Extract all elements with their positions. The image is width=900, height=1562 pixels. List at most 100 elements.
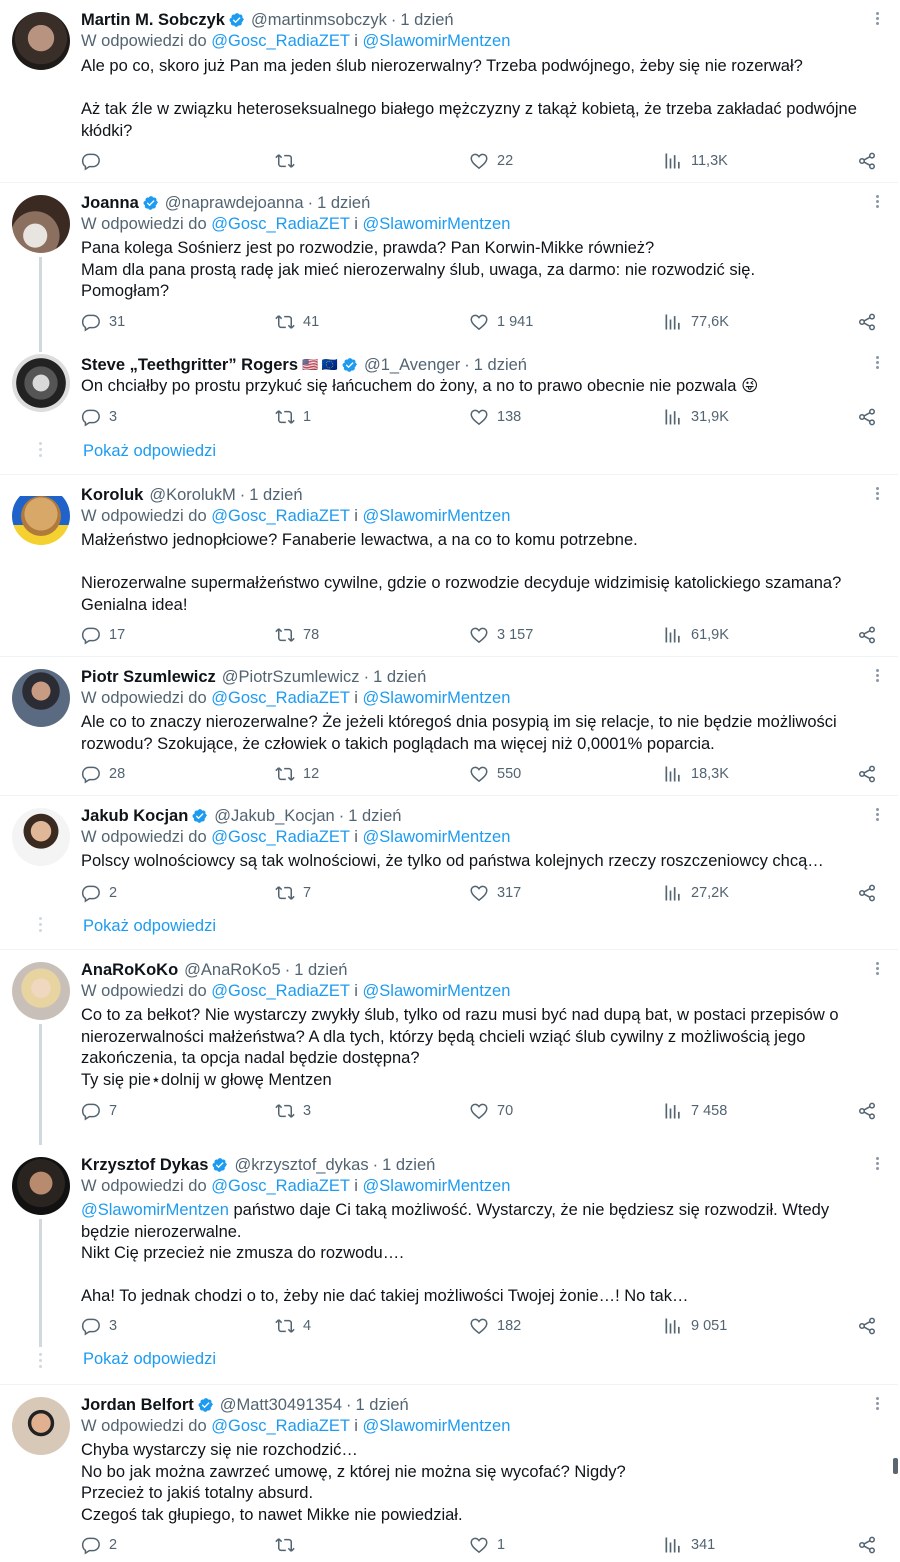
views-button[interactable]: 31,9K bbox=[663, 406, 729, 428]
mention-link[interactable]: @Gosc_RadiaZET bbox=[211, 689, 349, 707]
avatar[interactable] bbox=[12, 1397, 70, 1455]
views-button[interactable]: 27,2K bbox=[663, 882, 729, 904]
author-name[interactable]: AnaRoKoKo bbox=[81, 961, 178, 980]
share-button[interactable] bbox=[857, 882, 877, 904]
author-name[interactable]: Joanna bbox=[81, 194, 139, 213]
timestamp[interactable]: 1 dzień bbox=[373, 668, 426, 687]
tweet[interactable]: Steve „Teethgritter” Rogers 🇺🇸 🇪🇺 @1_Ave… bbox=[0, 346, 898, 475]
mention-link[interactable]: @SlawomirMentzen bbox=[81, 1201, 229, 1219]
mention-link[interactable]: @SlawomirMentzen bbox=[363, 689, 511, 707]
mention-link[interactable]: @SlawomirMentzen bbox=[363, 32, 511, 50]
views-button[interactable]: 77,6K bbox=[663, 311, 729, 333]
author-handle[interactable]: @1_Avenger bbox=[364, 356, 460, 375]
retweet-button[interactable]: 7 bbox=[275, 882, 311, 904]
mention-link[interactable]: @SlawomirMentzen bbox=[363, 982, 511, 1000]
reply-button[interactable] bbox=[81, 150, 109, 172]
avatar[interactable] bbox=[12, 1157, 70, 1215]
reply-button[interactable]: 3 bbox=[81, 406, 117, 428]
share-button[interactable] bbox=[857, 406, 877, 428]
avatar[interactable] bbox=[12, 808, 70, 866]
more-options-icon[interactable] bbox=[874, 1155, 880, 1173]
reply-button[interactable]: 3 bbox=[81, 1315, 117, 1337]
share-button[interactable] bbox=[857, 1534, 877, 1556]
show-replies-link[interactable]: Pokaż odpowiedzi bbox=[83, 442, 216, 461]
tweet[interactable]: Joanna @naprawdejoanna · 1 dzień W odpow… bbox=[0, 183, 898, 352]
views-button[interactable]: 9 051 bbox=[663, 1315, 727, 1337]
share-button[interactable] bbox=[857, 1100, 877, 1122]
like-button[interactable]: 3 157 bbox=[469, 624, 533, 646]
timestamp[interactable]: 1 dzień bbox=[249, 486, 302, 505]
timestamp[interactable]: 1 dzień bbox=[348, 807, 401, 826]
author-handle[interactable]: @Jakub_Kocjan bbox=[214, 807, 334, 826]
author-handle[interactable]: @martinmsobczyk bbox=[251, 11, 387, 30]
retweet-button[interactable]: 41 bbox=[275, 311, 319, 333]
tweet[interactable]: Martin M. Sobczyk @martinmsobczyk · 1 dz… bbox=[0, 0, 898, 183]
more-options-icon[interactable] bbox=[874, 806, 880, 824]
like-button[interactable]: 1 bbox=[469, 1534, 505, 1556]
tweet[interactable]: Piotr Szumlewicz @PiotrSzumlewicz · 1 dz… bbox=[0, 657, 898, 796]
like-button[interactable]: 138 bbox=[469, 406, 521, 428]
show-replies-link[interactable]: Pokaż odpowiedzi bbox=[83, 917, 216, 936]
show-replies-link[interactable]: Pokaż odpowiedzi bbox=[83, 1350, 216, 1369]
views-button[interactable]: 61,9K bbox=[663, 624, 729, 646]
reply-button[interactable]: 28 bbox=[81, 763, 125, 785]
retweet-button[interactable]: 1 bbox=[275, 406, 311, 428]
reply-button[interactable]: 2 bbox=[81, 882, 117, 904]
share-button[interactable] bbox=[857, 311, 877, 333]
tweet[interactable]: Koroluk @KorolukM · 1 dzień W odpowiedzi… bbox=[0, 475, 898, 657]
avatar[interactable] bbox=[12, 195, 70, 253]
retweet-button[interactable]: 4 bbox=[275, 1315, 311, 1337]
reply-button[interactable]: 31 bbox=[81, 311, 125, 333]
mention-link[interactable]: @Gosc_RadiaZET bbox=[211, 215, 349, 233]
mention-link[interactable]: @Gosc_RadiaZET bbox=[211, 32, 349, 50]
like-button[interactable]: 70 bbox=[469, 1100, 513, 1122]
avatar[interactable] bbox=[12, 354, 70, 412]
like-button[interactable]: 1 941 bbox=[469, 311, 533, 333]
mention-link[interactable]: @Gosc_RadiaZET bbox=[211, 1417, 349, 1435]
mention-link[interactable]: @Gosc_RadiaZET bbox=[211, 828, 349, 846]
timestamp[interactable]: 1 dzień bbox=[400, 11, 453, 30]
more-options-icon[interactable] bbox=[874, 10, 880, 28]
author-name[interactable]: Jordan Belfort bbox=[81, 1396, 194, 1415]
retweet-button[interactable]: 3 bbox=[275, 1100, 311, 1122]
reply-button[interactable]: 17 bbox=[81, 624, 125, 646]
avatar[interactable] bbox=[12, 487, 70, 545]
share-button[interactable] bbox=[857, 1315, 877, 1337]
views-button[interactable]: 18,3K bbox=[663, 763, 729, 785]
avatar[interactable] bbox=[12, 962, 70, 1020]
retweet-button[interactable]: 78 bbox=[275, 624, 319, 646]
mention-link[interactable]: @Gosc_RadiaZET bbox=[211, 982, 349, 1000]
mention-link[interactable]: @SlawomirMentzen bbox=[363, 215, 511, 233]
timestamp[interactable]: 1 dzień bbox=[356, 1396, 409, 1415]
mention-link[interactable]: @SlawomirMentzen bbox=[363, 1177, 511, 1195]
like-button[interactable]: 317 bbox=[469, 882, 521, 904]
author-handle[interactable]: @naprawdejoanna bbox=[165, 194, 304, 213]
author-handle[interactable]: @PiotrSzumlewicz bbox=[222, 668, 360, 687]
author-handle[interactable]: @Matt30491354 bbox=[220, 1396, 342, 1415]
retweet-button[interactable] bbox=[275, 1534, 303, 1556]
timestamp[interactable]: 1 dzień bbox=[382, 1156, 435, 1175]
retweet-button[interactable]: 12 bbox=[275, 763, 319, 785]
more-options-icon[interactable] bbox=[874, 485, 880, 503]
mention-link[interactable]: @Gosc_RadiaZET bbox=[211, 507, 349, 525]
author-name[interactable]: Martin M. Sobczyk bbox=[81, 11, 225, 30]
timestamp[interactable]: 1 dzień bbox=[317, 194, 370, 213]
share-button[interactable] bbox=[857, 624, 877, 646]
author-handle[interactable]: @AnaRoKo5 bbox=[184, 961, 281, 980]
author-name[interactable]: Piotr Szumlewicz bbox=[81, 668, 216, 687]
author-name[interactable]: Krzysztof Dykas bbox=[81, 1156, 208, 1175]
views-button[interactable]: 7 458 bbox=[663, 1100, 727, 1122]
tweet[interactable]: Krzysztof Dykas @krzysztof_dykas · 1 dzi… bbox=[0, 1145, 898, 1385]
author-name[interactable]: Koroluk bbox=[81, 486, 143, 505]
author-handle[interactable]: @krzysztof_dykas bbox=[234, 1156, 368, 1175]
like-button[interactable]: 182 bbox=[469, 1315, 521, 1337]
timestamp[interactable]: 1 dzień bbox=[294, 961, 347, 980]
more-options-icon[interactable] bbox=[874, 1395, 880, 1413]
retweet-button[interactable] bbox=[275, 150, 303, 172]
reply-button[interactable]: 2 bbox=[81, 1534, 117, 1556]
tweet[interactable]: AnaRoKoKo @AnaRoKo5 · 1 dzień W odpowied… bbox=[0, 950, 898, 1145]
more-options-icon[interactable] bbox=[874, 193, 880, 211]
more-options-icon[interactable] bbox=[874, 354, 880, 372]
share-button[interactable] bbox=[857, 763, 877, 785]
tweet[interactable]: Jordan Belfort @Matt30491354 · 1 dzień W… bbox=[0, 1385, 898, 1562]
